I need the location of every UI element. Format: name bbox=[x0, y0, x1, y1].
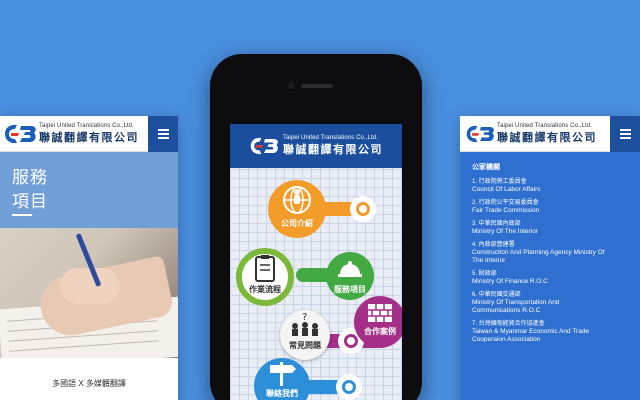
org-name-zh: 7. 台灣緬甸經貿合作協進會 bbox=[472, 321, 545, 327]
connector-dot bbox=[350, 196, 376, 222]
org-name-en-line2: The Interior bbox=[472, 257, 506, 264]
nav-label: 服務項目 bbox=[334, 285, 366, 294]
org-name-zh: 4. 內政部營建署 bbox=[472, 242, 515, 248]
brick-wall-icon bbox=[368, 304, 392, 322]
menu-button[interactable] bbox=[610, 116, 640, 152]
people-question-icon: ? bbox=[292, 312, 318, 336]
service-caption: 多國語 X 多媒體翻譯 bbox=[52, 379, 126, 388]
logo-text-zh: 聯誠翻譯有限公司 bbox=[497, 131, 597, 144]
nav-contact[interactable]: 聯絡我們 bbox=[254, 358, 310, 400]
client-list: 公家機關 1. 行政院勞工委員會 Council Of Labor Affair… bbox=[460, 152, 640, 400]
earpiece-speaker bbox=[301, 84, 333, 88]
list-item: 4. 內政部營建署 Construction And Planning Agen… bbox=[472, 241, 630, 265]
hamburger-icon bbox=[157, 132, 169, 135]
right-header: Taipei United Translations Co.,Ltd. 聯誠翻譯… bbox=[460, 116, 640, 152]
nav-label: 常見問題 bbox=[289, 341, 321, 350]
center-phone: Taipei United Translations Co.,Ltd. 聯誠翻譯… bbox=[210, 54, 422, 400]
logo-text-zh: 聯誠翻譯有限公司 bbox=[39, 131, 139, 144]
center-header: Taipei United Translations Co.,Ltd. 聯誠翻譯… bbox=[230, 124, 402, 168]
nav-cases[interactable]: 合作案例 bbox=[354, 296, 402, 348]
list-item: 7. 台灣緬甸經貿合作協進會 Taiwan & Myanmar Economic… bbox=[472, 320, 630, 344]
writing-hand-photo bbox=[0, 228, 178, 358]
left-logo[interactable]: Taipei United Translations Co.,Ltd. 聯誠翻譯… bbox=[3, 123, 148, 145]
org-name-zh: 6. 中華民國交通部 bbox=[472, 292, 521, 298]
section-title: 公家機關 bbox=[472, 164, 500, 171]
svg-text:?: ? bbox=[302, 312, 307, 323]
org-name-en: Ministry Of The Interior bbox=[472, 228, 538, 235]
org-name-en: Ministry Of Finance R.O.C bbox=[472, 278, 548, 285]
org-name-en: Ministry Of Transportation And bbox=[472, 299, 560, 306]
nav-about-company[interactable]: 公司介紹 bbox=[268, 180, 326, 238]
nav-label: 公司介紹 bbox=[281, 219, 313, 228]
page-hero: 服務 項目 bbox=[0, 152, 178, 228]
logo-mark-icon bbox=[5, 124, 36, 143]
org-name-zh: 3. 中華民國內政部 bbox=[472, 221, 521, 227]
nav-label: 聯絡我們 bbox=[266, 389, 298, 398]
list-item: 3. 中華民國內政部 Ministry Of The Interior bbox=[472, 220, 630, 236]
org-name-zh: 5. 財政部 bbox=[472, 271, 497, 277]
signpost-icon bbox=[270, 362, 296, 386]
nav-label: 作業流程 bbox=[249, 285, 281, 294]
org-name-en: Council Of Labor Affairs bbox=[472, 186, 541, 193]
front-camera bbox=[288, 82, 295, 89]
logo-text-en: Taipei United Translations Co.,Ltd. bbox=[497, 122, 592, 129]
hand bbox=[60, 268, 120, 304]
hamburger-icon bbox=[619, 132, 631, 135]
center-phone-screen: Taipei United Translations Co.,Ltd. 聯誠翻譯… bbox=[230, 124, 402, 400]
logo-mark-icon bbox=[250, 137, 278, 155]
org-name-en: Construction And Planning Agency Ministr… bbox=[472, 249, 605, 256]
clipboard-hand-icon bbox=[255, 255, 275, 282]
list-item: 1. 行政院勞工委員會 Council Of Labor Affairs bbox=[472, 178, 630, 194]
left-phone-screen: Taipei United Translations Co.,Ltd. 聯誠翻譯… bbox=[0, 116, 178, 400]
right-logo[interactable]: Taipei United Translations Co.,Ltd. 聯誠翻譯… bbox=[465, 123, 610, 145]
hand-cloche-icon bbox=[338, 261, 362, 277]
org-name-en-line2: Cooperaion Association bbox=[472, 336, 541, 343]
logo-text-en: Taipei United Translations Co.,Ltd. bbox=[39, 122, 134, 129]
nav-label: 合作案例 bbox=[364, 327, 396, 336]
menu-button[interactable] bbox=[148, 116, 178, 152]
title-underline bbox=[12, 214, 32, 216]
org-name-en: Fair Trade Commission bbox=[472, 207, 540, 214]
page-title: 服務 項目 bbox=[12, 168, 48, 211]
right-phone-screen: Taipei United Translations Co.,Ltd. 聯誠翻譯… bbox=[460, 116, 640, 400]
org-name-en: Taiwan & Myanmar Economic And Trade bbox=[472, 328, 590, 335]
list-item: 6. 中華民國交通部 Ministry Of Transportation An… bbox=[472, 291, 630, 315]
org-name-zh: 1. 行政院勞工委員會 bbox=[472, 179, 527, 185]
logo-mark-icon bbox=[466, 125, 494, 142]
connector-dot bbox=[336, 374, 362, 400]
nav-services[interactable]: 服務項目 bbox=[326, 252, 374, 300]
list-item: 5. 財政部 Ministry Of Finance R.O.C bbox=[472, 270, 630, 286]
nav-faq[interactable]: ? 常見問題 bbox=[280, 310, 330, 360]
nav-workflow[interactable]: 作業流程 bbox=[236, 248, 294, 306]
globe-people-icon bbox=[283, 186, 311, 214]
org-name-zh: 2. 行政院公平交易委員會 bbox=[472, 200, 539, 206]
left-header: Taipei United Translations Co.,Ltd. 聯誠翻譯… bbox=[0, 116, 178, 152]
list-item: 2. 行政院公平交易委員會 Fair Trade Commission bbox=[472, 199, 630, 215]
org-name-en-line2: Communications R.O.C bbox=[472, 307, 541, 314]
org-list: 1. 行政院勞工委員會 Council Of Labor Affairs 2. … bbox=[472, 178, 630, 344]
logo-text-zh: 聯誠翻譯有限公司 bbox=[283, 144, 383, 156]
